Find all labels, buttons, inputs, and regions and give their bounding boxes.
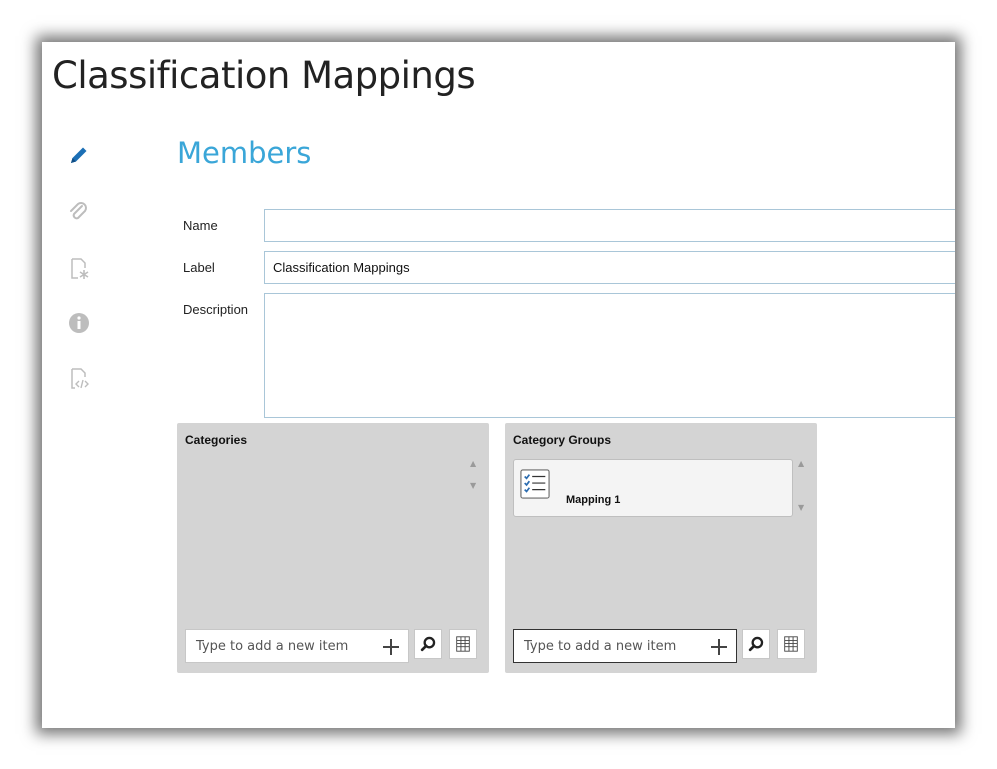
categories-add-input[interactable]: Type to add a new item (185, 629, 409, 663)
document-star-icon[interactable] (66, 256, 92, 282)
name-field[interactable] (264, 209, 955, 242)
grid-button[interactable] (777, 629, 805, 659)
paperclip-icon[interactable] (66, 200, 92, 226)
list-item-label: Mapping 1 (566, 494, 621, 506)
scroll-down-arrow[interactable]: ▼ (798, 503, 804, 512)
category-groups-add-placeholder: Type to add a new item (524, 638, 677, 654)
document-code-icon[interactable] (66, 366, 92, 392)
scroll-up-arrow[interactable]: ▲ (470, 459, 476, 468)
categories-panel: Categories ▲ ▼ Type to add a new item (177, 423, 489, 673)
category-groups-title: Category Groups (513, 433, 612, 447)
category-groups-add-input[interactable]: Type to add a new item (513, 629, 737, 663)
search-button[interactable] (414, 629, 442, 659)
search-icon (748, 636, 764, 652)
plus-icon[interactable] (382, 638, 400, 656)
scroll-down-arrow[interactable]: ▼ (470, 481, 476, 490)
grid-button[interactable] (449, 629, 477, 659)
label-field[interactable]: Classification Mappings (264, 251, 955, 284)
checklist-icon (520, 469, 550, 499)
search-icon (420, 636, 436, 652)
plus-icon[interactable] (710, 638, 728, 656)
category-groups-panel: Category Groups Mapping 1 ▲ ▼ Type to ad… (505, 423, 817, 673)
categories-title: Categories (185, 433, 248, 447)
grid-icon (456, 636, 470, 652)
search-button[interactable] (742, 629, 770, 659)
grid-icon (784, 636, 798, 652)
scroll-up-arrow[interactable]: ▲ (798, 459, 804, 468)
pencil-icon[interactable] (66, 142, 92, 168)
label-label: Label (183, 260, 215, 275)
main-window: Classification Mappings Members Name Lab… (42, 42, 955, 728)
section-title: Members (177, 136, 312, 170)
name-label: Name (183, 218, 218, 233)
info-icon[interactable] (66, 310, 92, 336)
list-item[interactable]: Mapping 1 (513, 459, 793, 517)
categories-add-placeholder: Type to add a new item (196, 638, 349, 654)
description-label: Description (183, 302, 249, 317)
page-title: Classification Mappings (52, 54, 476, 97)
description-field[interactable] (264, 293, 955, 418)
